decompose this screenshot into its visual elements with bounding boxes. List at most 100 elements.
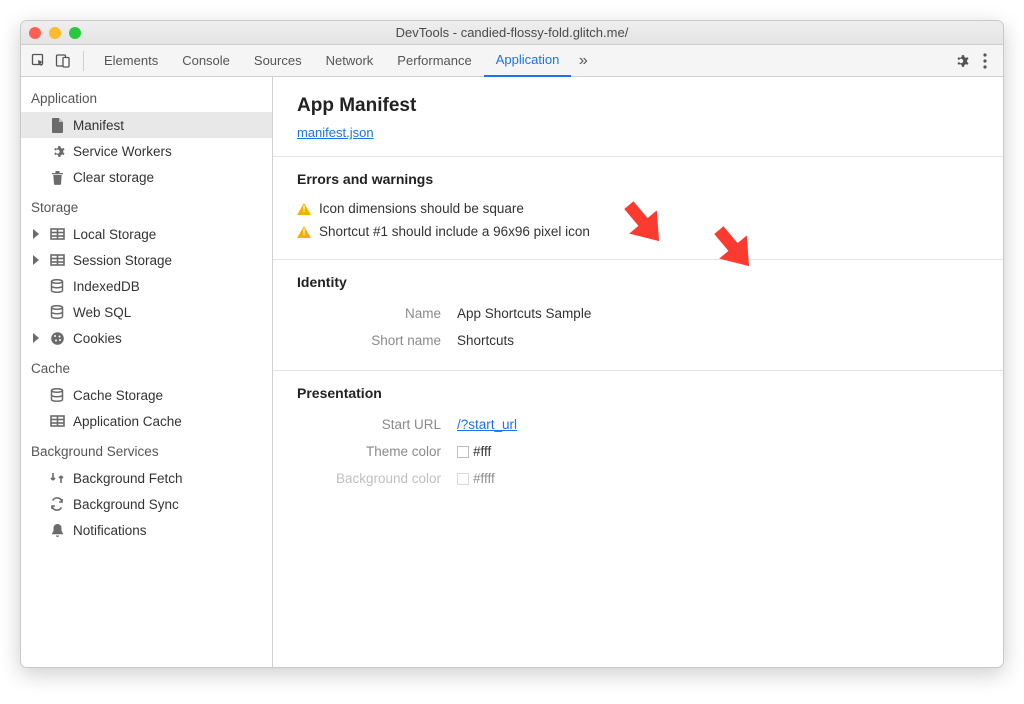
- table-icon: [49, 226, 65, 242]
- devtools-toolbar: Elements Console Sources Network Perform…: [21, 45, 1003, 77]
- group-cache: Cache: [21, 351, 272, 382]
- sidebar: Application Manifest Service Workers Cle…: [21, 77, 273, 667]
- color-swatch: [457, 473, 469, 485]
- sidebar-item-label: Background Fetch: [73, 471, 183, 486]
- gear-icon: [49, 143, 65, 159]
- color-swatch: [457, 446, 469, 458]
- value-name: App Shortcuts Sample: [457, 306, 591, 321]
- kv-row: Start URL /?start_url: [297, 411, 979, 438]
- settings-icon[interactable]: [949, 49, 973, 73]
- bell-icon: [49, 522, 65, 538]
- body: Application Manifest Service Workers Cle…: [21, 77, 1003, 667]
- annotation-arrow-icon: [703, 217, 763, 277]
- expand-arrow-icon: [33, 229, 39, 239]
- sidebar-item-web-sql[interactable]: Web SQL: [21, 299, 272, 325]
- close-window-button[interactable]: [29, 27, 41, 39]
- value-short-name: Shortcuts: [457, 333, 514, 348]
- database-icon: [49, 304, 65, 320]
- sidebar-item-manifest[interactable]: Manifest: [21, 112, 272, 138]
- value-background-color: #ffff: [457, 471, 495, 486]
- tab-network[interactable]: Network: [314, 45, 386, 77]
- table-icon: [49, 413, 65, 429]
- sidebar-item-session-storage[interactable]: Session Storage: [21, 247, 272, 273]
- sidebar-item-background-fetch[interactable]: Background Fetch: [21, 465, 272, 491]
- inspect-element-icon[interactable]: [27, 49, 51, 73]
- label-name: Name: [297, 306, 457, 321]
- sidebar-item-label: Cache Storage: [73, 388, 163, 403]
- section-presentation: Presentation Start URL /?start_url Theme…: [273, 371, 1003, 508]
- sidebar-item-label: Web SQL: [73, 305, 131, 320]
- kebab-menu-icon[interactable]: [973, 49, 997, 73]
- page-title: App Manifest: [297, 95, 979, 117]
- section-header: App Manifest manifest.json: [273, 77, 1003, 157]
- group-storage: Storage: [21, 190, 272, 221]
- sidebar-item-background-sync[interactable]: Background Sync: [21, 491, 272, 517]
- value-start-url[interactable]: /?start_url: [457, 417, 517, 432]
- expand-arrow-icon: [33, 255, 39, 265]
- tab-elements[interactable]: Elements: [92, 45, 170, 77]
- sidebar-item-label: Cookies: [73, 331, 122, 346]
- sidebar-item-cookies[interactable]: Cookies: [21, 325, 272, 351]
- tab-sources[interactable]: Sources: [242, 45, 314, 77]
- manifest-link[interactable]: manifest.json: [297, 125, 374, 140]
- sidebar-item-label: Session Storage: [73, 253, 172, 268]
- presentation-title: Presentation: [297, 385, 979, 401]
- group-background-services: Background Services: [21, 434, 272, 465]
- device-toggle-icon[interactable]: [51, 49, 75, 73]
- more-tabs-button[interactable]: »: [571, 49, 595, 73]
- label-start-url: Start URL: [297, 417, 457, 432]
- label-background-color: Background color: [297, 471, 457, 486]
- minimize-window-button[interactable]: [49, 27, 61, 39]
- sidebar-item-label: Application Cache: [73, 414, 182, 429]
- expand-arrow-icon: [33, 333, 39, 343]
- tab-performance[interactable]: Performance: [385, 45, 483, 77]
- sidebar-item-clear-storage[interactable]: Clear storage: [21, 164, 272, 190]
- titlebar: DevTools - candied-flossy-fold.glitch.me…: [21, 21, 1003, 45]
- sync-icon: [49, 496, 65, 512]
- identity-title: Identity: [297, 274, 979, 290]
- kv-row: Theme color #fff: [297, 438, 979, 465]
- warning-text: Shortcut #1 should include a 96x96 pixel…: [319, 224, 590, 239]
- sidebar-item-label: Background Sync: [73, 497, 179, 512]
- sidebar-item-label: Service Workers: [73, 144, 172, 159]
- sidebar-item-notifications[interactable]: Notifications: [21, 517, 272, 543]
- tab-console[interactable]: Console: [170, 45, 242, 77]
- sidebar-item-cache-storage[interactable]: Cache Storage: [21, 382, 272, 408]
- cookie-icon: [49, 330, 65, 346]
- section-identity: Identity Name App Shortcuts Sample Short…: [273, 260, 1003, 371]
- window-controls: [29, 27, 81, 39]
- warning-icon: [297, 203, 311, 215]
- annotation-arrow-icon: [613, 192, 673, 252]
- sidebar-item-service-workers[interactable]: Service Workers: [21, 138, 272, 164]
- sidebar-item-label: Notifications: [73, 523, 147, 538]
- maximize-window-button[interactable]: [69, 27, 81, 39]
- warning-icon: [297, 226, 311, 238]
- window: DevTools - candied-flossy-fold.glitch.me…: [20, 20, 1004, 668]
- fetch-icon: [49, 470, 65, 486]
- window-title: DevTools - candied-flossy-fold.glitch.me…: [21, 25, 1003, 40]
- trash-icon: [49, 169, 65, 185]
- sidebar-item-indexeddb[interactable]: IndexedDB: [21, 273, 272, 299]
- table-icon: [49, 252, 65, 268]
- kv-row: Short name Shortcuts: [297, 327, 979, 354]
- sidebar-item-local-storage[interactable]: Local Storage: [21, 221, 272, 247]
- kv-row: Name App Shortcuts Sample: [297, 300, 979, 327]
- document-icon: [49, 117, 65, 133]
- warning-text: Icon dimensions should be square: [319, 201, 524, 216]
- sidebar-item-label: IndexedDB: [73, 279, 140, 294]
- label-short-name: Short name: [297, 333, 457, 348]
- errors-title: Errors and warnings: [297, 171, 979, 187]
- tab-application[interactable]: Application: [484, 45, 572, 77]
- value-theme-color: #fff: [457, 444, 491, 459]
- label-theme-color: Theme color: [297, 444, 457, 459]
- main-panel: App Manifest manifest.json Errors and wa…: [273, 77, 1003, 667]
- sidebar-item-label: Manifest: [73, 118, 124, 133]
- separator: [83, 51, 84, 71]
- sidebar-item-label: Clear storage: [73, 170, 154, 185]
- database-icon: [49, 278, 65, 294]
- kv-row: Background color #ffff: [297, 465, 979, 492]
- group-application: Application: [21, 81, 272, 112]
- sidebar-item-label: Local Storage: [73, 227, 156, 242]
- sidebar-item-application-cache[interactable]: Application Cache: [21, 408, 272, 434]
- database-icon: [49, 387, 65, 403]
